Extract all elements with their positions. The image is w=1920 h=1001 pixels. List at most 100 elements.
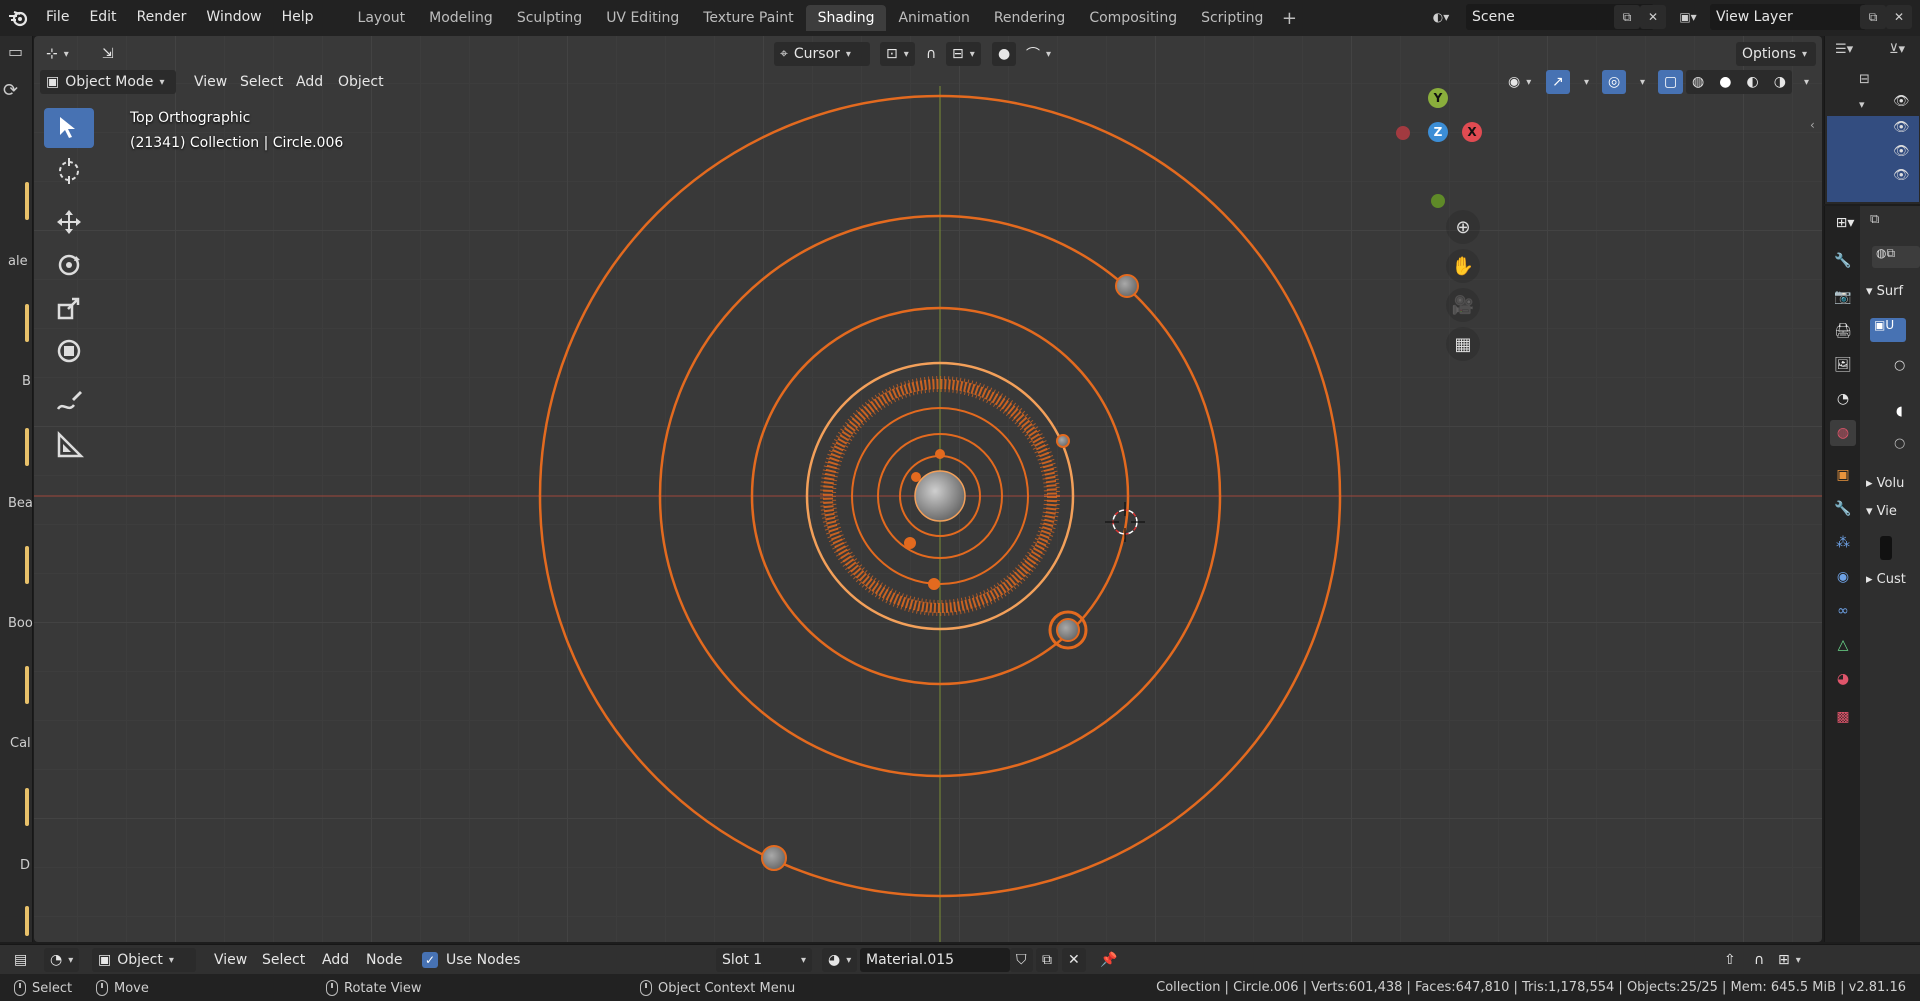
tab-rendering[interactable]: Rendering: [982, 5, 1078, 31]
gizmo-toggle-icon[interactable]: ↗: [1546, 70, 1570, 94]
tab-modeling[interactable]: Modeling: [417, 5, 505, 31]
options-dropdown[interactable]: Options ▾: [1736, 42, 1816, 66]
texture-tab-icon[interactable]: ▩: [1830, 704, 1856, 730]
tab-scripting[interactable]: Scripting: [1189, 5, 1275, 31]
move-icon[interactable]: [44, 202, 94, 242]
falloff-icon[interactable]: ⌒ ▾: [1020, 42, 1057, 66]
pan-hand-icon[interactable]: ✋: [1446, 249, 1480, 283]
visibility-eye-icon[interactable]: 👁: [1893, 94, 1910, 109]
surface-button[interactable]: ▣U: [1870, 318, 1906, 342]
snap-icon[interactable]: ∩: [1748, 948, 1770, 972]
unlink-material-icon[interactable]: ✕: [1062, 948, 1086, 972]
selected-rows[interactable]: 👁 👁 👁: [1827, 116, 1919, 202]
material-browse-icon[interactable]: ◕ ▾: [822, 948, 858, 972]
output-tab-icon[interactable]: 🖨: [1830, 318, 1856, 344]
perspective-grid-icon[interactable]: ▦: [1446, 327, 1480, 361]
world-selector[interactable]: ◍⧉: [1872, 246, 1920, 268]
modifier-tab-icon[interactable]: 🔧: [1830, 496, 1856, 522]
outliner-display-icon[interactable]: ☰▾: [1835, 42, 1853, 57]
viewport-color-swatch[interactable]: [1880, 536, 1892, 560]
file-browser-icon[interactable]: ▭: [8, 42, 23, 61]
section-custom-properties[interactable]: ▸ Cust: [1866, 572, 1906, 587]
fake-user-icon[interactable]: ⛉: [1010, 948, 1033, 972]
use-nodes-toggle[interactable]: ✓ Use Nodes: [422, 952, 520, 968]
rotate-icon[interactable]: [44, 245, 94, 285]
editor-type-icon[interactable]: ⊹ ▾: [40, 42, 75, 66]
refresh-icon[interactable]: ⟳: [3, 80, 18, 101]
section-surface[interactable]: ▾ Surf: [1866, 284, 1903, 299]
menu-add[interactable]: Add: [290, 70, 329, 94]
view-layer-selector-icon[interactable]: ▣▾: [1675, 5, 1701, 29]
menu-window[interactable]: Window: [196, 0, 271, 36]
menu-render[interactable]: Render: [127, 0, 197, 36]
new-scene-icon[interactable]: ⧉: [1614, 5, 1640, 29]
section-viewport[interactable]: ▾ Vie: [1866, 504, 1897, 519]
solid-shading-icon[interactable]: ●: [1719, 74, 1731, 90]
material-shading-icon[interactable]: ◐: [1747, 74, 1759, 90]
blender-logo-icon[interactable]: [0, 0, 36, 36]
visibility-icon[interactable]: ◉ ▾: [1502, 70, 1537, 94]
menu-edit[interactable]: Edit: [79, 0, 126, 36]
shader-menu-node[interactable]: Node: [360, 948, 409, 972]
constraints-tab-icon[interactable]: ∞: [1830, 598, 1856, 624]
delete-view-layer-icon[interactable]: ✕: [1886, 5, 1912, 29]
view-layer-field[interactable]: View Layer: [1710, 4, 1866, 30]
shading-dropdown-icon[interactable]: ▾: [1792, 70, 1815, 94]
neg-y-axis-handle[interactable]: [1431, 194, 1445, 208]
visibility-eye-icon[interactable]: 👁: [1893, 168, 1910, 183]
data-tab-icon[interactable]: △: [1830, 632, 1856, 658]
shader-editor-icon[interactable]: ▤: [8, 948, 33, 972]
pivot-point-icon[interactable]: ⊡ ▾: [880, 42, 915, 66]
tab-uv-editing[interactable]: UV Editing: [594, 5, 691, 31]
tab-compositing[interactable]: Compositing: [1077, 5, 1189, 31]
tab-animation[interactable]: Animation: [886, 5, 981, 31]
object-tab-icon[interactable]: ▣: [1830, 462, 1856, 488]
menu-select[interactable]: Select: [234, 70, 289, 94]
overlays-dropdown-icon[interactable]: ▾: [1628, 70, 1651, 94]
world-tab-icon[interactable]: ◍: [1830, 420, 1856, 446]
view-layer-tab-icon[interactable]: 🖼: [1830, 352, 1856, 378]
parent-node-tree-icon[interactable]: ⇧: [1718, 948, 1742, 972]
scene-tab-icon[interactable]: ◔: [1830, 386, 1856, 412]
material-name-field[interactable]: Material.015: [860, 948, 1010, 972]
measure-icon[interactable]: [44, 425, 94, 465]
color-dot-icon[interactable]: ◖: [1896, 404, 1903, 419]
material-tab-icon[interactable]: ◕: [1830, 666, 1856, 692]
snap-mode-icon[interactable]: ⊞ ▾: [1772, 948, 1807, 972]
proportional-edit-icon[interactable]: ●: [992, 42, 1017, 66]
scene-selector-icon[interactable]: ◐▾: [1428, 5, 1454, 29]
particles-tab-icon[interactable]: ⁂: [1830, 530, 1856, 556]
visibility-eye-icon[interactable]: 👁: [1893, 144, 1910, 159]
scale-icon[interactable]: [44, 288, 94, 328]
tab-layout[interactable]: Layout: [346, 5, 418, 31]
input-socket-icon[interactable]: ○: [1894, 436, 1905, 451]
shader-object-dropdown[interactable]: ▣ Object ▾: [92, 948, 196, 972]
shader-menu-view[interactable]: View: [208, 948, 253, 972]
select-box-icon[interactable]: [44, 108, 94, 148]
expand-icon[interactable]: ▾: [1859, 98, 1865, 111]
collection-icon[interactable]: ⊟: [1859, 72, 1870, 87]
new-view-layer-icon[interactable]: ⧉: [1860, 5, 1886, 29]
neg-x-axis-handle[interactable]: [1396, 126, 1410, 140]
snap-icon[interactable]: ∩: [920, 42, 942, 66]
visibility-eye-icon[interactable]: 👁: [1893, 120, 1910, 135]
menu-file[interactable]: File: [36, 0, 79, 36]
zoom-icon[interactable]: ⊕: [1446, 210, 1480, 244]
shader-menu-add[interactable]: Add: [316, 948, 355, 972]
delete-scene-icon[interactable]: ✕: [1640, 5, 1666, 29]
duplicate-material-icon[interactable]: ⧉: [1036, 948, 1058, 972]
3d-viewport[interactable]: ⊹ ▾ ⇲ ⌖ Cursor ▾ ⊡ ▾ ∩ ⊟ ▾ ● ⌒ ▾ Options ▾ ▣ O…: [34, 36, 1822, 942]
z-axis-handle[interactable]: Z: [1428, 122, 1448, 142]
camera-view-icon[interactable]: 🎥: [1446, 288, 1480, 322]
tab-sculpting[interactable]: Sculpting: [505, 5, 594, 31]
menu-object[interactable]: Object: [332, 70, 390, 94]
sidebar-toggle-icon[interactable]: ‹: [1810, 118, 1815, 132]
x-axis-handle[interactable]: X: [1462, 122, 1482, 142]
pin-icon[interactable]: ⧉: [1870, 212, 1879, 227]
properties-editor-icon[interactable]: ⊞▾: [1830, 210, 1860, 236]
transform-orientation-dropdown[interactable]: ⌖ Cursor ▾: [774, 42, 870, 66]
filter-icon[interactable]: ⊻▾: [1889, 42, 1905, 57]
transform-icon[interactable]: [44, 331, 94, 371]
use-nodes-checkbox[interactable]: ✓: [422, 952, 438, 968]
y-axis-handle[interactable]: Y: [1428, 88, 1448, 108]
